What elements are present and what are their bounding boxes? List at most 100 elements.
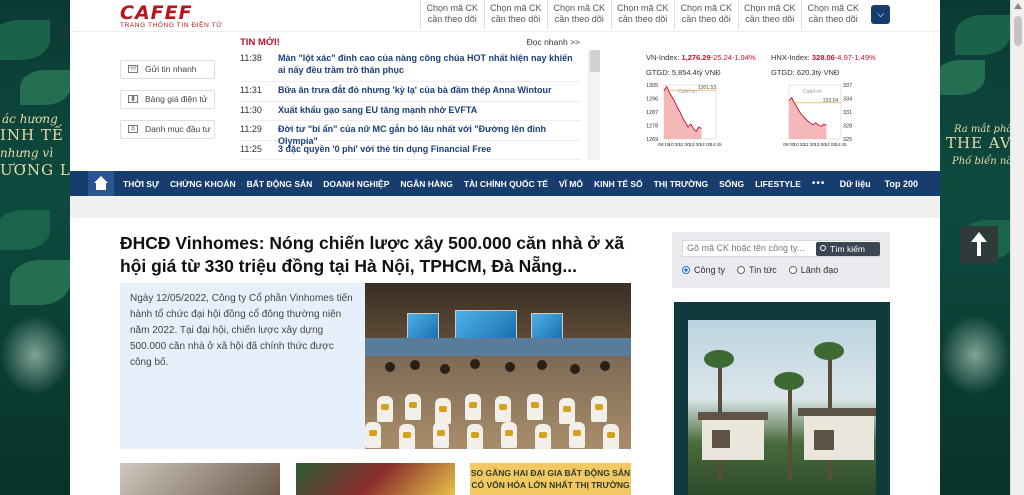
send-news-label: Gửi tin nhanh <box>145 64 197 74</box>
news-title-link[interactable]: Màn "lột xác" đỉnh cao của nàng công chú… <box>278 53 580 76</box>
watch-stock-button[interactable]: Chọn mã CK cần theo dõi <box>737 0 802 29</box>
featured-summary: Ngày 12/05/2022, Công ty Cổ phần Vinhome… <box>120 283 365 449</box>
ticker-scroll-thumb[interactable] <box>590 50 600 72</box>
hnx-index-line: HNX-Index: 328.06-4.97-1.49% <box>771 53 876 62</box>
hnx-gtgd: GTGD: 620.3tỷ VNĐ <box>771 68 840 77</box>
news-title-link[interactable]: Bữa ăn trưa đắt đỏ nhưng 'kỳ lạ' của bà … <box>278 85 580 97</box>
news-time: 11:29 <box>240 124 262 134</box>
vn-index-widget[interactable]: VN-Index: 1,276.29-25.24-1.94% GTGD: 5,8… <box>646 53 761 147</box>
scroll-up-icon[interactable] <box>1014 3 1022 9</box>
article-thumbnail[interactable] <box>120 463 280 495</box>
reference-label: 1301.53 <box>698 85 716 91</box>
list-item[interactable]: 11:29 Đời tư "bí ẩn" của nữ MC gắn bó lâ… <box>240 121 580 146</box>
news-time: 11:25 <box>240 143 262 154</box>
search-type-radios: Công ty Tin tức Lãnh đạo <box>682 265 880 275</box>
y-tick-label: 1296 <box>646 97 658 103</box>
scroll-thumb[interactable] <box>1014 16 1022 46</box>
nav-top-200[interactable]: Top 200 <box>885 179 918 189</box>
watch-stock-button[interactable]: Chọn mã CK cần theo dõi <box>483 0 548 29</box>
nav-thoi-su[interactable]: THỜI SỰ <box>123 179 159 189</box>
watch-stock-button[interactable]: Chọn mã CK cần theo dõi <box>420 0 484 29</box>
hnx-index-chart: 333.04 Cafef.vn 337 334 331 328 325 09:00 10:00 1… <box>771 81 871 156</box>
thumbnail-caption: SO GĂNG HAI ĐẠI GIA BẤT ĐỘNG SẢN <box>470 468 631 478</box>
watch-stock-button[interactable]: Chọn mã CK cần theo dõi <box>547 0 611 29</box>
left-banner-text: ƯƠNG LƯU <box>0 161 70 179</box>
dollar-icon: $ <box>128 125 138 133</box>
sidebar-ad[interactable] <box>674 302 890 495</box>
more-menu-icon[interactable]: ••• <box>812 178 826 189</box>
news-time: 11:31 <box>240 85 262 95</box>
back-to-top-button[interactable] <box>960 226 998 264</box>
nav-chung-khoan[interactable]: CHỨNG KHOÁN <box>170 179 236 189</box>
news-title-link[interactable]: 3 đặc quyền '0 phí' với thẻ tín dụng Fin… <box>278 144 580 156</box>
list-item[interactable]: 11:30 Xuất khẩu gạo sang EU tăng mạnh nh… <box>240 102 580 121</box>
banner-glow <box>0 315 70 395</box>
right-banner-text: THE AVE <box>946 134 1010 152</box>
search-button[interactable]: Tìm kiếm <box>816 242 880 256</box>
chart-brand: Cafef.vn <box>678 89 697 95</box>
ad-image <box>688 320 876 495</box>
x-tick-label: 14:45 <box>710 142 722 147</box>
page-scrollbar[interactable] <box>1010 0 1024 495</box>
left-side-banner-ad[interactable]: ác hương INH TẾ nhưng vì ƯƠNG LƯU <box>0 0 70 495</box>
read-fast-link[interactable]: Đọc nhanh >> <box>527 37 580 47</box>
logo-tagline: TRANG THÔNG TIN ĐIỆN TỬ <box>120 22 223 29</box>
featured-headline[interactable]: ĐHCĐ Vinhomes: Nóng chiến lược xây 500.0… <box>120 232 640 278</box>
news-ticker: 11:38 Màn "lột xác" đỉnh cao của nàng cô… <box>240 50 580 160</box>
main-nav: THỜI SỰ CHỨNG KHOÁN BẤT ĐỘNG SẢN DOANH N… <box>70 171 940 196</box>
stage <box>365 338 631 356</box>
price-board-label: Bảng giá điện tử <box>145 94 208 104</box>
search-button-label: Tìm kiếm <box>830 244 865 254</box>
x-tick-label: 14:45 <box>835 142 847 147</box>
nav-tai-chinh-quoc-te[interactable]: TÀI CHÍNH QUỐC TẾ <box>464 179 548 189</box>
nav-vi-mo[interactable]: VĨ MÔ <box>559 179 583 189</box>
nav-thi-truong[interactable]: THỊ TRƯỜNG <box>654 179 708 189</box>
article-thumbnail[interactable] <box>296 463 455 495</box>
y-tick-label: 1305 <box>646 83 658 89</box>
stage-screen <box>455 310 517 340</box>
nav-du-lieu[interactable]: Dữ liệu <box>840 179 871 189</box>
home-icon[interactable] <box>88 171 114 196</box>
radio-news[interactable]: Tin tức <box>737 265 777 275</box>
send-news-button[interactable]: ✉ Gửi tin nhanh <box>120 60 215 79</box>
list-item[interactable]: 11:31 Bữa ăn trưa đắt đỏ nhưng 'kỳ lạ' c… <box>240 82 580 102</box>
news-title-link[interactable]: Xuất khẩu gạo sang EU tăng mạnh nhờ EVFT… <box>278 105 580 117</box>
watch-stock-button[interactable]: Chọn mã CK cần theo dõi <box>674 0 738 29</box>
nav-song[interactable]: SỐNG <box>719 179 744 189</box>
chevron-down-icon[interactable]: ⌵ <box>871 5 890 24</box>
y-tick-label: 337 <box>843 83 852 89</box>
nav-right: Dữ liệu Top 200 <box>826 171 918 196</box>
watch-stock-button[interactable]: Chọn mã CK cần theo dõi <box>801 0 865 29</box>
radio-leaders[interactable]: Lãnh đạo <box>788 265 838 275</box>
watch-stock-button[interactable]: Chọn mã CK cần theo dõi <box>610 0 675 29</box>
page: ác hương INH TẾ nhưng vì ƯƠNG LƯU Ra mắt… <box>0 0 1024 495</box>
list-item[interactable]: 11:25 3 đặc quyền '0 phí' với thẻ tín dụ… <box>240 141 580 160</box>
stage-screen <box>407 313 439 339</box>
list-item[interactable]: 11:38 Màn "lột xác" đỉnh cao của nàng cô… <box>240 50 580 82</box>
portfolio-label: Danh mục đầu tư <box>145 124 211 134</box>
hnx-index-widget[interactable]: HNX-Index: 328.06-4.97-1.49% GTGD: 620.3… <box>771 53 886 147</box>
nav-doanh-nghiep[interactable]: DOANH NGHIỆP <box>323 179 389 189</box>
right-banner-text: Phố biển năng <box>952 156 1010 167</box>
nav-kinh-te-so[interactable]: KINH TẾ SỐ <box>594 179 643 189</box>
left-banner-text: ác hương <box>2 112 58 126</box>
mail-icon: ✉ <box>128 65 138 73</box>
chart-brand: Cafef.vn <box>803 89 822 95</box>
radio-company[interactable]: Công ty <box>682 265 725 275</box>
news-time: 11:30 <box>240 104 262 115</box>
featured-image[interactable] <box>365 283 631 449</box>
article-thumbnail[interactable]: SO GĂNG HAI ĐẠI GIA BẤT ĐỘNG SẢN CÓ VỐN … <box>470 463 631 495</box>
stock-watchlist: Chọn mã CK cần theo dõi Chọn mã CK cần the… <box>420 0 865 29</box>
ticker-scrollbar[interactable] <box>588 50 600 160</box>
stock-search-box: Gõ mã CK hoặc tên công ty... Tìm kiếm Cô… <box>672 232 890 288</box>
site-logo[interactable]: CAFEF TRANG THÔNG TIN ĐIỆN TỬ <box>120 2 222 29</box>
header-divider <box>70 31 940 32</box>
ticker-title: TIN MỚI! <box>240 37 280 48</box>
search-icon <box>820 245 826 251</box>
left-banner-text: nhưng vì <box>0 146 54 160</box>
nav-lifestyle[interactable]: LIFESTYLE <box>755 179 801 189</box>
nav-ngan-hang[interactable]: NGÂN HÀNG <box>400 179 452 189</box>
portfolio-button[interactable]: $ Danh mục đầu tư <box>120 120 215 139</box>
price-board-button[interactable]: ▮ Bảng giá điện tử <box>120 90 215 109</box>
nav-bat-dong-san[interactable]: BẤT ĐỘNG SẢN <box>247 179 313 189</box>
